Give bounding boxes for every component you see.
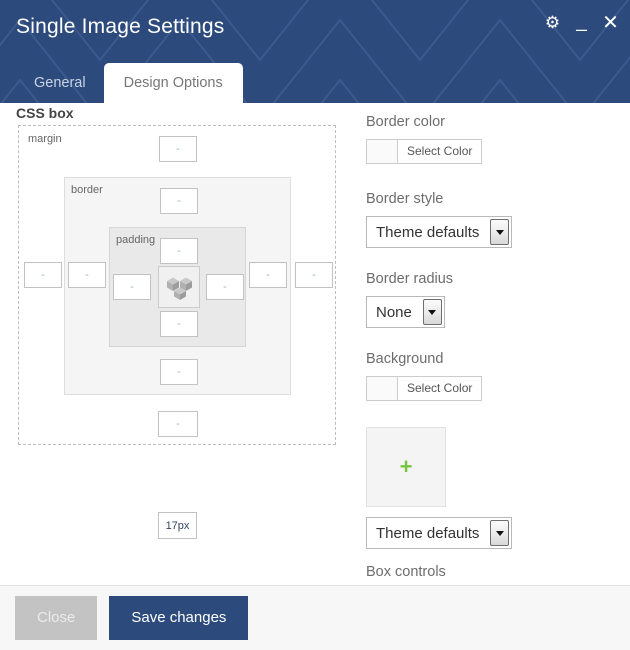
padding-left-input[interactable] — [113, 274, 151, 300]
background-style-select[interactable]: Theme defaults — [366, 517, 513, 549]
save-changes-button[interactable]: Save changes — [109, 596, 249, 640]
border-style-value: Theme defaults — [376, 223, 480, 241]
background-style-value: Theme defaults — [376, 524, 480, 542]
background-color-picker[interactable]: Select Color — [366, 376, 483, 401]
design-options-panel: Border color Select Color Border style T… — [366, 113, 616, 585]
border-zone-label: border — [71, 184, 103, 196]
border-radius-field: Border radius None — [366, 270, 616, 328]
chevron-down-icon[interactable] — [490, 520, 510, 546]
minimize-icon[interactable]: _ — [572, 12, 591, 32]
chevron-down-icon[interactable] — [422, 299, 442, 325]
box-model-cube-icon — [158, 266, 200, 308]
window-controls: ⚙ _ ✕ — [543, 12, 620, 33]
margin-zone-label: margin — [28, 133, 62, 145]
border-left-input[interactable] — [68, 262, 106, 288]
plus-icon: + — [399, 454, 413, 479]
background-color-swatch[interactable] — [367, 377, 398, 400]
border-color-swatch[interactable] — [367, 140, 398, 163]
tab-general[interactable]: General — [16, 64, 104, 103]
box-controls-field: Box controls Simplify controls — [366, 563, 616, 585]
margin-bottom-input[interactable] — [158, 411, 198, 437]
modal-header: Single Image Settings ⚙ _ ✕ General Desi… — [0, 0, 630, 103]
modal-footer: Close Save changes — [0, 585, 630, 650]
padding-zone-label: padding — [116, 234, 156, 246]
border-color-select-button[interactable]: Select Color — [398, 140, 482, 163]
single-image-settings-modal: Single Image Settings ⚙ _ ✕ General Desi… — [0, 0, 630, 650]
modal-body: CSS box margin border padding — [0, 103, 630, 585]
margin-right-input[interactable] — [295, 262, 333, 288]
close-button[interactable]: Close — [15, 596, 98, 640]
close-icon[interactable]: ✕ — [601, 13, 620, 33]
padding-zone: padding — [109, 227, 246, 347]
css-box-heading: CSS box — [16, 105, 74, 121]
padding-right-input[interactable] — [206, 274, 244, 300]
border-top-input[interactable] — [160, 188, 198, 214]
border-style-select[interactable]: Theme defaults — [366, 216, 513, 248]
border-style-label: Border style — [366, 191, 444, 207]
padding-top-input[interactable] — [160, 238, 198, 264]
border-bottom-input[interactable] — [160, 359, 198, 385]
margin-left-input[interactable] — [24, 262, 62, 288]
background-image-add-button[interactable]: + — [366, 427, 446, 507]
border-radius-label: Border radius — [366, 271, 454, 287]
box-controls-label: Box controls — [366, 564, 446, 580]
border-style-field: Border style Theme defaults — [366, 190, 616, 248]
border-radius-value: None — [376, 303, 412, 321]
background-image-field: + — [366, 427, 616, 507]
padding-bottom-input[interactable] — [160, 311, 198, 337]
border-right-input[interactable] — [249, 262, 287, 288]
border-radius-select[interactable]: None — [366, 296, 445, 328]
border-color-picker[interactable]: Select Color — [366, 139, 483, 164]
margin-top-input[interactable] — [159, 136, 197, 162]
css-box-diagram: margin border padding — [18, 125, 336, 445]
tab-bar: General Design Options — [16, 62, 243, 103]
background-style-field: Theme defaults — [366, 517, 616, 549]
border-color-label: Border color — [366, 114, 445, 130]
border-zone: border padding — [64, 177, 291, 395]
margin-bottom-value-input[interactable] — [158, 512, 197, 539]
background-color-select-button[interactable]: Select Color — [398, 377, 482, 400]
page-title: Single Image Settings — [16, 15, 225, 38]
border-color-field: Border color Select Color — [366, 113, 616, 168]
tab-design-options[interactable]: Design Options — [103, 63, 243, 103]
gear-icon[interactable]: ⚙ — [543, 13, 562, 32]
background-field: Background Select Color — [366, 350, 616, 405]
background-label: Background — [366, 351, 444, 367]
chevron-down-icon[interactable] — [490, 219, 510, 245]
